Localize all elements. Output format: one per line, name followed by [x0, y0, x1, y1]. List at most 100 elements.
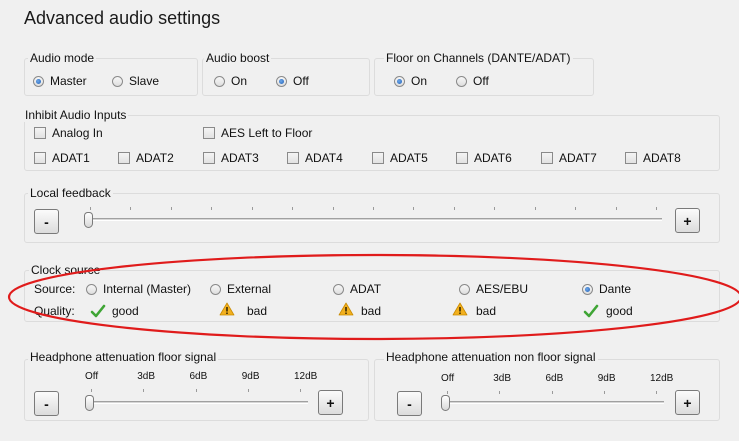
clock-aes-ebu-radio[interactable]: AES/EBU [459, 282, 528, 296]
adat6-checkbox[interactable]: ADAT6 [456, 151, 512, 165]
analog-in-checkbox[interactable]: Analog In [34, 126, 103, 140]
adat2-checkbox[interactable]: ADAT2 [118, 151, 174, 165]
checkbox-label: ADAT1 [52, 151, 90, 165]
local-feedback-decrease-button[interactable]: - [34, 209, 59, 234]
radio-selected-icon [582, 283, 593, 295]
hp-floor-decrease-button[interactable]: - [34, 391, 59, 416]
scale-label: Off [441, 373, 455, 384]
checkmark-icon [90, 304, 106, 318]
radio-selected-icon [394, 75, 405, 87]
quality-dante: good [606, 304, 633, 318]
slider-tick [656, 207, 657, 210]
hp-nonfloor-increase-button[interactable]: + [675, 390, 700, 415]
inhibit-inputs-legend: Inhibit Audio Inputs [23, 108, 129, 122]
radio-label: Dante [599, 282, 632, 296]
slider-tick [615, 207, 617, 210]
clock-external-radio[interactable]: External [210, 282, 271, 296]
slider-thumb[interactable] [441, 395, 450, 411]
scale-label: 6dB [545, 373, 564, 384]
clock-dante-radio[interactable]: Dante [582, 282, 631, 296]
page-title: Advanced audio settings [24, 8, 221, 28]
audio-mode-legend: Audio mode [28, 51, 97, 65]
slider-tick [499, 391, 501, 394]
radio-label: External [227, 282, 272, 296]
slider-thumb[interactable] [84, 212, 93, 228]
radio-unselected-icon [333, 283, 344, 295]
slider-tick [656, 391, 657, 394]
radio-label: Slave [129, 74, 160, 88]
hp-nonfloor-decrease-button[interactable]: - [397, 391, 422, 416]
checkbox-label: ADAT6 [474, 151, 512, 165]
scale-label: 6dB [189, 371, 208, 382]
radio-label: Off [293, 74, 309, 88]
radio-unselected-icon [459, 283, 470, 295]
checkbox-icon [118, 152, 130, 164]
audio-mode-slave-radio[interactable]: Slave [112, 74, 159, 88]
slider-thumb[interactable] [85, 395, 94, 411]
slider-tick [413, 207, 415, 210]
quality-external: bad [247, 304, 268, 318]
slider-tick [494, 207, 496, 210]
adat7-checkbox[interactable]: ADAT7 [541, 151, 597, 165]
adat3-checkbox[interactable]: ADAT3 [203, 151, 259, 165]
adat4-checkbox[interactable]: ADAT4 [287, 151, 343, 165]
hp-nonfloor-legend: Headphone attenuation non floor signal [384, 350, 598, 364]
slider-tick [575, 207, 577, 210]
checkmark-icon [583, 304, 599, 318]
checkbox-icon [625, 152, 637, 164]
slider-tick [332, 207, 334, 210]
floor-channels-on-radio[interactable]: On [394, 74, 427, 88]
scale-label: 3dB [137, 371, 156, 382]
hp-floor-increase-button[interactable]: + [318, 390, 343, 415]
local-feedback-legend: Local feedback [28, 186, 113, 200]
slider-tick [603, 391, 605, 394]
checkbox-label: AES Left to Floor [221, 126, 313, 140]
slider-tick [143, 389, 145, 392]
audio-boost-on-radio[interactable]: On [214, 74, 247, 88]
slider-tick [170, 207, 172, 210]
audio-boost-legend: Audio boost [204, 51, 272, 65]
slider-tick [447, 391, 448, 394]
radio-label: Master [50, 74, 87, 88]
radio-label: ADAT [350, 282, 382, 296]
aes-left-to-floor-checkbox[interactable]: AES Left to Floor [203, 126, 312, 140]
checkbox-label: ADAT4 [305, 151, 343, 165]
slider-tick [251, 207, 253, 210]
quality-aes-ebu: bad [476, 304, 497, 318]
warning-icon [452, 302, 468, 316]
radio-unselected-icon [456, 75, 467, 87]
checkbox-icon [203, 152, 215, 164]
local-feedback-increase-button[interactable]: + [675, 208, 700, 233]
clock-internal-radio[interactable]: Internal (Master) [86, 282, 191, 296]
floor-channels-off-radio[interactable]: Off [456, 74, 489, 88]
checkbox-icon [34, 152, 46, 164]
audio-boost-off-radio[interactable]: Off [276, 74, 309, 88]
checkbox-label: ADAT3 [221, 151, 259, 165]
slider-track [85, 401, 308, 404]
adat1-checkbox[interactable]: ADAT1 [34, 151, 90, 165]
slider-tick [91, 389, 92, 392]
adat8-checkbox[interactable]: ADAT8 [625, 151, 681, 165]
slider-tick [247, 389, 249, 392]
radio-label: Off [473, 74, 489, 88]
checkbox-icon [372, 152, 384, 164]
slider-tick [211, 207, 213, 210]
clock-adat-radio[interactable]: ADAT [333, 282, 381, 296]
checkbox-icon [456, 152, 468, 164]
adat5-checkbox[interactable]: ADAT5 [372, 151, 428, 165]
radio-label: AES/EBU [476, 282, 529, 296]
audio-mode-master-radio[interactable]: Master [33, 74, 87, 88]
radio-selected-icon [33, 75, 44, 87]
quality-internal: good [112, 304, 139, 318]
slider-track [84, 218, 662, 221]
checkbox-icon [287, 152, 299, 164]
slider-tick [551, 391, 553, 394]
radio-label: On [411, 74, 428, 88]
radio-label: Internal (Master) [103, 282, 192, 296]
scale-label: 9dB [597, 373, 616, 384]
checkbox-label: ADAT2 [136, 151, 174, 165]
scale-label: 12dB [294, 371, 318, 382]
slider-tick [534, 207, 536, 210]
scale-label: Off [85, 371, 99, 382]
clock-quality-label: Quality: [34, 304, 75, 318]
